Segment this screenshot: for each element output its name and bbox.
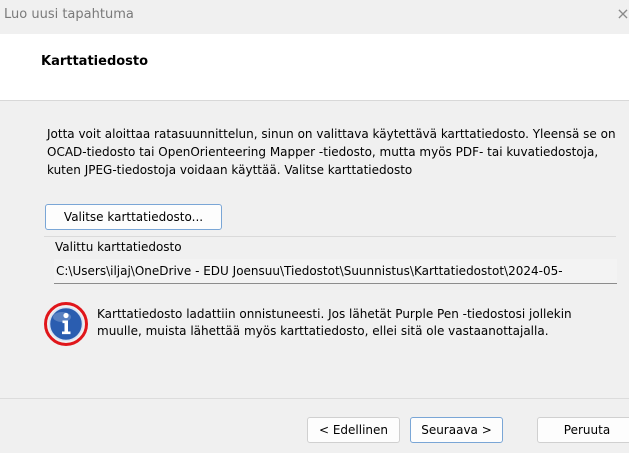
title-bar: Luo uusi tapahtuma × bbox=[0, 0, 629, 34]
select-map-file-button[interactable]: Valitse karttatiedosto... bbox=[45, 204, 222, 230]
close-button[interactable]: × bbox=[613, 3, 629, 25]
window-title: Luo uusi tapahtuma bbox=[4, 7, 134, 22]
page-title: Karttatiedosto bbox=[41, 54, 149, 69]
instructions-text: Jotta voit aloittaa ratasuunnittelun, si… bbox=[47, 127, 616, 177]
selected-map-group: Valittu karttatiedosto C:\Users\iljaj\On… bbox=[44, 236, 617, 295]
wizard-body: Jotta voit aloittaa ratasuunnittelun, si… bbox=[0, 101, 629, 397]
selected-map-path-field[interactable]: C:\Users\iljaj\OneDrive - EDU Joensuu\Ti… bbox=[54, 259, 617, 284]
previous-button[interactable]: < Edellinen bbox=[307, 417, 400, 443]
info-icon bbox=[44, 302, 88, 346]
next-button[interactable]: Seuraava > bbox=[410, 417, 503, 443]
wizard-header: Karttatiedosto bbox=[0, 34, 629, 101]
wizard-footer: < Edellinen Seuraava > Peruuta bbox=[0, 398, 629, 453]
cancel-button[interactable]: Peruuta bbox=[537, 417, 629, 443]
info-message: Karttatiedosto ladattiin onnistuneesti. … bbox=[97, 307, 572, 338]
selected-map-label: Valittu karttatiedosto bbox=[55, 240, 182, 254]
